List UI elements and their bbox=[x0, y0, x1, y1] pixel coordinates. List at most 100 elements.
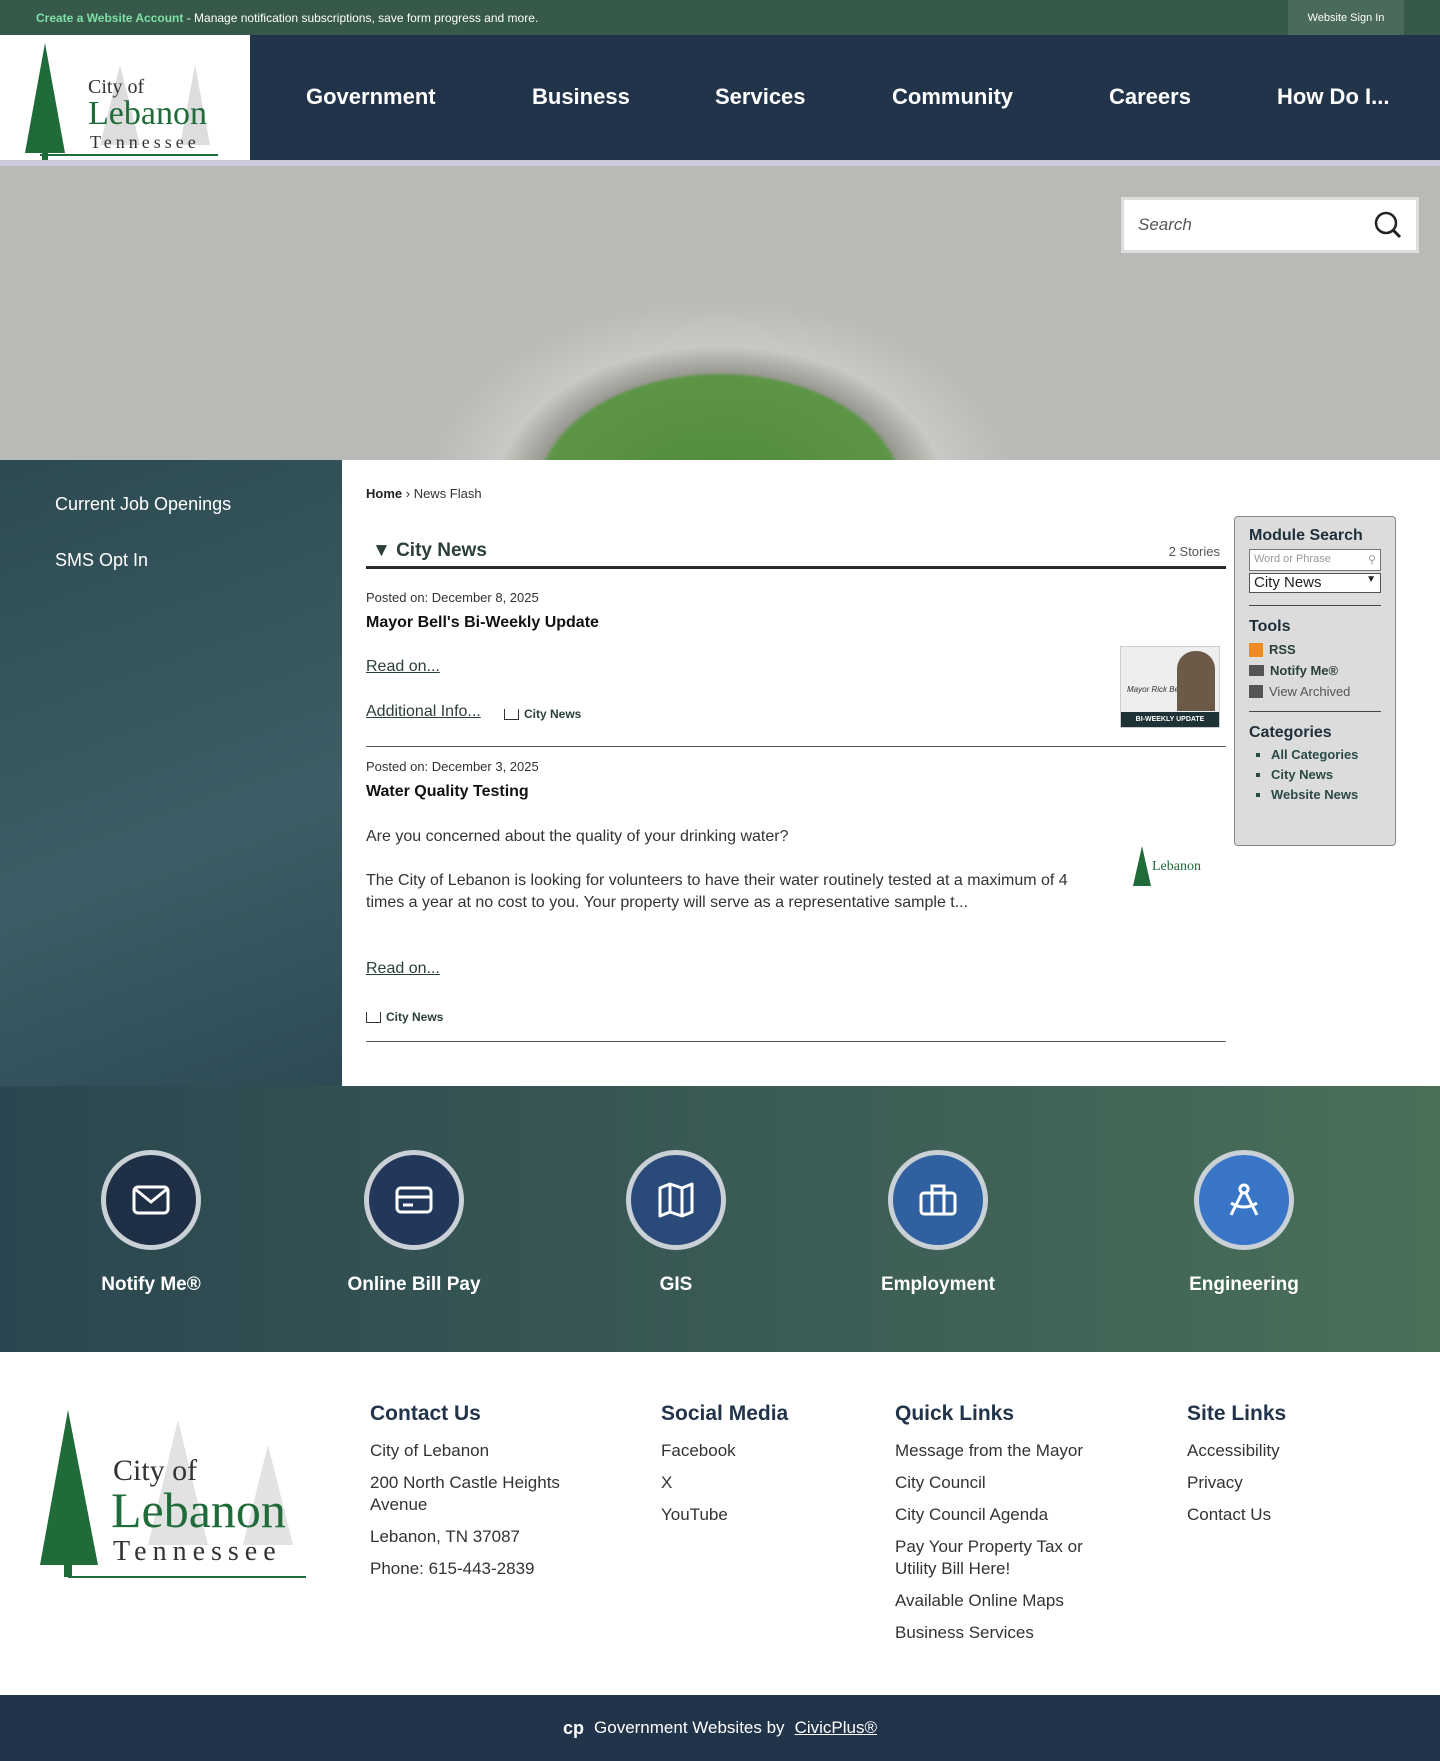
quick-employment[interactable]: Employment bbox=[838, 1150, 1038, 1296]
bottom-bar: cp Government Websites by CivicPlus® bbox=[0, 1695, 1440, 1761]
categories-title: Categories bbox=[1249, 724, 1332, 741]
category-website-news[interactable]: Website News bbox=[1271, 787, 1381, 802]
tree-logo-icon: City of Lebanon Tennessee bbox=[25, 43, 218, 161]
news-summary: The City of Lebanon is looking for volun… bbox=[366, 872, 1068, 911]
nav-business[interactable]: Business bbox=[532, 84, 630, 110]
quick-label: Online Bill Pay bbox=[347, 1274, 481, 1295]
breadcrumb-current: News Flash bbox=[413, 486, 482, 501]
sidebar-item-job-openings[interactable]: Current Job Openings bbox=[55, 494, 231, 515]
nav-government[interactable]: Government bbox=[306, 84, 436, 110]
tool-label: RSS bbox=[1269, 642, 1296, 657]
news-summary: Are you concerned about the quality of y… bbox=[366, 828, 789, 845]
briefcase-icon bbox=[888, 1150, 988, 1250]
quick-label: Engineering bbox=[1189, 1274, 1299, 1295]
notify-me-link[interactable]: Notify Me® bbox=[1249, 663, 1381, 678]
module-search-input[interactable]: Word or Phrase ⚲ bbox=[1249, 549, 1381, 571]
footer-heading: Contact Us bbox=[370, 1402, 481, 1425]
contact-line: City of Lebanon bbox=[370, 1441, 490, 1460]
svg-text:Lebanon: Lebanon bbox=[111, 1482, 286, 1538]
footer-heading: Site Links bbox=[1187, 1402, 1287, 1425]
footer-social: Social Media Facebook X YouTube bbox=[661, 1402, 788, 1536]
nav-how-do-i[interactable]: How Do I... bbox=[1277, 84, 1389, 110]
view-archived-link[interactable]: View Archived bbox=[1249, 684, 1381, 699]
footer-logo[interactable]: City of Lebanon Tennessee bbox=[18, 1405, 310, 1586]
footer-link[interactable]: City Council bbox=[895, 1472, 1115, 1494]
quick-engineering[interactable]: Engineering bbox=[1144, 1150, 1344, 1296]
nav-careers[interactable]: Careers bbox=[1109, 84, 1191, 110]
quick-online-bill-pay[interactable]: Online Bill Pay bbox=[314, 1150, 514, 1296]
x-link[interactable]: X bbox=[661, 1472, 788, 1494]
contact-address: 200 North Castle Heights Avenue bbox=[370, 1473, 560, 1514]
civicplus-link[interactable]: CivicPlus® bbox=[795, 1718, 877, 1738]
sign-in-button[interactable]: Website Sign In bbox=[1288, 0, 1404, 35]
quick-notify-me[interactable]: Notify Me® bbox=[51, 1150, 251, 1296]
thumb-signature: Mayor Rick Bell bbox=[1127, 685, 1183, 694]
quick-label: GIS bbox=[659, 1274, 693, 1295]
footer-link[interactable]: City Council Agenda bbox=[895, 1504, 1115, 1526]
book-icon bbox=[366, 1011, 381, 1023]
footer-link[interactable]: Available Online Maps bbox=[895, 1590, 1115, 1612]
envelope-icon bbox=[101, 1150, 201, 1250]
footer-link[interactable]: Business Services bbox=[895, 1622, 1115, 1644]
nav-community[interactable]: Community bbox=[892, 84, 1013, 110]
footer-contact: Contact Us City of Lebanon 200 North Castl… bbox=[370, 1402, 600, 1590]
search-icon[interactable]: ⚲ bbox=[1368, 553, 1376, 567]
mayor-photo bbox=[1177, 651, 1215, 711]
quick-gis[interactable]: GIS bbox=[576, 1150, 776, 1296]
create-account-link[interactable]: Create a Website Account bbox=[36, 11, 183, 25]
contact-city: Lebanon, TN 37087 bbox=[370, 1527, 520, 1546]
category-tag[interactable]: City News bbox=[366, 1010, 443, 1024]
posted-date: Posted on: December 8, 2025 bbox=[366, 590, 539, 605]
divider bbox=[1249, 605, 1381, 606]
search-icon[interactable] bbox=[1374, 211, 1402, 239]
divider bbox=[1249, 711, 1381, 712]
tool-label: View Archived bbox=[1269, 684, 1351, 699]
lebanon-logo-thumbnail[interactable]: Lebanon bbox=[1130, 842, 1206, 893]
additional-info-link[interactable]: Additional Info... bbox=[366, 703, 481, 721]
read-on-link[interactable]: Read on... bbox=[366, 960, 440, 978]
category-all[interactable]: All Categories bbox=[1271, 747, 1381, 762]
news-title[interactable]: Water Quality Testing bbox=[366, 783, 529, 801]
news-title[interactable]: Mayor Bell's Bi-Weekly Update bbox=[366, 614, 599, 632]
posted-date: Posted on: December 3, 2025 bbox=[366, 759, 539, 774]
footer-link[interactable]: Contact Us bbox=[1187, 1504, 1286, 1526]
footer-link[interactable]: Privacy bbox=[1187, 1472, 1286, 1494]
civicplus-icon: cp bbox=[563, 1717, 585, 1738]
footer-link[interactable]: Pay Your Property Tax or Utility Bill He… bbox=[895, 1536, 1115, 1580]
breadcrumb-sep: › bbox=[402, 486, 414, 501]
category-label: City News bbox=[524, 707, 582, 721]
breadcrumb-home[interactable]: Home bbox=[366, 486, 402, 501]
footer-link[interactable]: Message from the Mayor bbox=[895, 1440, 1115, 1462]
divider bbox=[366, 1041, 1226, 1042]
section-title: ▼ City News bbox=[372, 540, 487, 561]
rss-icon bbox=[1249, 642, 1263, 657]
news-thumbnail[interactable]: Mayor Rick Bell BI-WEEKLY UPDATE bbox=[1120, 646, 1220, 728]
site-logo[interactable]: City of Lebanon Tennessee bbox=[0, 35, 250, 165]
story-count: 2 Stories bbox=[1168, 544, 1220, 559]
category-select[interactable]: City News ▼ bbox=[1249, 573, 1381, 593]
bottom-text: Government Websites by bbox=[594, 1718, 785, 1737]
svg-text:Tennessee: Tennessee bbox=[113, 1536, 282, 1567]
category-city-news[interactable]: City News bbox=[1271, 767, 1381, 782]
map-icon bbox=[626, 1150, 726, 1250]
search-input[interactable]: Search bbox=[1121, 197, 1419, 253]
sidebar-item-sms-opt-in[interactable]: SMS Opt In bbox=[55, 550, 148, 571]
quick-label: Notify Me® bbox=[101, 1274, 201, 1295]
svg-text:Lebanon: Lebanon bbox=[88, 95, 207, 132]
category-label: City News bbox=[386, 1010, 444, 1024]
tools-title: Tools bbox=[1249, 618, 1291, 635]
facebook-link[interactable]: Facebook bbox=[661, 1440, 788, 1462]
compass-icon bbox=[1194, 1150, 1294, 1250]
book-icon bbox=[504, 708, 519, 720]
footer-heading: Quick Links bbox=[895, 1402, 1015, 1425]
nav-services[interactable]: Services bbox=[715, 84, 806, 110]
youtube-link[interactable]: YouTube bbox=[661, 1504, 788, 1526]
account-banner: Create a Website Account - Manage notifi… bbox=[36, 11, 538, 25]
rss-link[interactable]: RSS bbox=[1249, 642, 1381, 657]
category-tag[interactable]: City News bbox=[504, 707, 581, 721]
thumb-caption: BI-WEEKLY UPDATE bbox=[1121, 712, 1219, 727]
read-on-link[interactable]: Read on... bbox=[366, 658, 440, 676]
city-news-header[interactable]: ▼ City News 2 Stories bbox=[366, 540, 1226, 569]
footer-link[interactable]: Accessibility bbox=[1187, 1440, 1286, 1462]
contact-phone: Phone: 615-443-2839 bbox=[370, 1559, 535, 1578]
